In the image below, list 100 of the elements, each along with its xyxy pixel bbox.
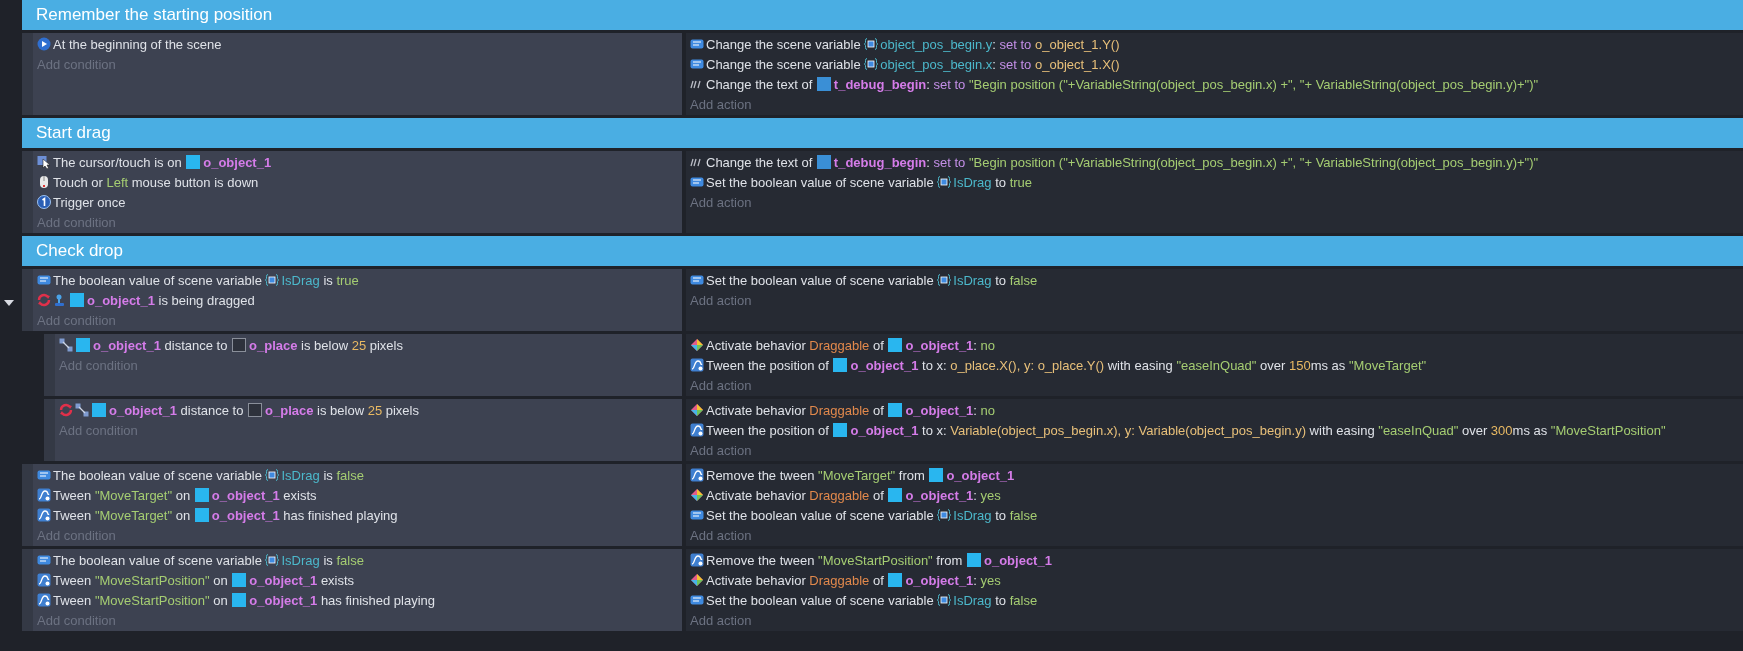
- braces-icon: [937, 175, 952, 189]
- action-text: Change the scene variable: [706, 56, 862, 72]
- action-text: Tween the position of: [706, 422, 830, 438]
- condition-text: IsDrag is false: [281, 467, 364, 483]
- condition-text: Touch or Left mouse button is down: [53, 174, 259, 190]
- condition-text: Tween "MoveStartPosition" on: [53, 592, 229, 608]
- label-icon: [690, 508, 704, 522]
- action-text: t_debug_begin: set to "Begin position ("+VariableString(object_pos_begin.x) +", "+ VariableString(object_pos_begin.y)+")": [833, 154, 1539, 170]
- condition-text: The cursor/touch is on: [53, 154, 183, 170]
- action-text: Activate behavior Draggable of: [706, 402, 885, 418]
- action-text: o_object_1: [984, 552, 1052, 568]
- condition-text: o_place is below 25 pixels: [249, 337, 403, 353]
- diamond-icon: [690, 338, 704, 352]
- label-icon: [690, 57, 704, 71]
- curve-icon: [690, 468, 704, 482]
- condition-text: o_object_1 exists: [249, 572, 355, 588]
- condition-text: Trigger once: [53, 194, 126, 210]
- curve-icon: [690, 553, 704, 567]
- condition-text: The boolean value of scene variable: [53, 467, 263, 483]
- action-text: IsDrag to false: [953, 272, 1038, 288]
- distance-icon: [75, 403, 89, 417]
- label-icon: [37, 468, 51, 482]
- braces-icon: [937, 273, 952, 287]
- condition-text: o_object_1 distance to: [93, 337, 229, 353]
- condition-text: The boolean value of scene variable: [53, 272, 263, 288]
- braces-icon: [937, 508, 952, 522]
- label-icon: [690, 175, 704, 189]
- joystick-icon: [53, 293, 67, 307]
- curve-icon: [690, 358, 704, 372]
- condition-text: Tween "MoveTarget" on: [53, 487, 192, 503]
- action-text: o_object_1: no: [905, 337, 996, 353]
- action-text: Set the boolean value of scene variable: [706, 592, 935, 608]
- action-text: Remove the tween "MoveStartPosition" from: [706, 552, 964, 568]
- condition-text: IsDrag is false: [281, 552, 364, 568]
- action-text: Set the boolean value of scene variable: [706, 174, 935, 190]
- action-text: Set the boolean value of scene variable: [706, 272, 935, 288]
- braces-icon: [864, 57, 879, 71]
- action-text: t_debug_begin: set to "Begin position ("+VariableString(object_pos_begin.x) +", "+ VariableString(object_pos_begin.y)+")": [833, 76, 1539, 92]
- group-header[interactable]: Remember the starting position: [22, 0, 1743, 30]
- condition-text: Tween "MoveTarget" on: [53, 507, 192, 523]
- action-text: Activate behavior Draggable of: [706, 337, 885, 353]
- curve-icon: [37, 488, 51, 502]
- action-text: object_pos_begin.x: set to o_object_1.X(): [880, 56, 1120, 72]
- diamond-icon: [690, 488, 704, 502]
- condition-text: o_object_1 is being dragged: [87, 292, 255, 308]
- condition-text: Tween "MoveStartPosition" on: [53, 572, 229, 588]
- add-action-link[interactable]: Add action: [690, 375, 752, 395]
- action-text: o_object_1: no: [905, 402, 996, 418]
- action-text: Tween the position of: [706, 357, 830, 373]
- action-text: Set the boolean value of scene variable: [706, 507, 935, 523]
- condition-text: o_object_1 exists: [211, 487, 317, 503]
- add-action-link[interactable]: Add action: [690, 525, 752, 545]
- action-text: Change the scene variable: [706, 36, 862, 52]
- action-text: o_object_1: yes: [905, 487, 1001, 503]
- number-one-icon: [37, 195, 51, 209]
- collapse-arrow-icon[interactable]: [4, 299, 14, 307]
- cursor-icon: [37, 155, 51, 169]
- action-text: o_object_1: yes: [905, 572, 1001, 588]
- label-icon: [37, 553, 51, 567]
- condition-text: IsDrag is true: [281, 272, 359, 288]
- play-icon: [37, 37, 51, 51]
- braces-icon: [265, 273, 280, 287]
- distance-icon: [59, 338, 73, 352]
- braces-icon: [265, 553, 280, 567]
- braces-icon: [265, 468, 280, 482]
- action-text: Change the text of: [706, 76, 814, 92]
- diamond-icon: [690, 573, 704, 587]
- condition-text: o_object_1 distance to: [109, 402, 245, 418]
- action-text: o_object_1: [946, 467, 1015, 483]
- label-icon: [690, 593, 704, 607]
- add-action-link[interactable]: Add action: [690, 192, 752, 212]
- diamond-icon: [690, 403, 704, 417]
- action-text: object_pos_begin.y: set to o_object_1.Y(): [880, 36, 1120, 52]
- curve-icon: [690, 423, 704, 437]
- group-header[interactable]: Start drag: [22, 118, 1743, 148]
- label-icon: [37, 273, 51, 287]
- condition-text: o_object_1: [203, 154, 272, 170]
- braces-icon: [864, 37, 879, 51]
- add-action-link[interactable]: Add action: [690, 610, 752, 630]
- condition-text: At the beginning of the scene: [53, 36, 222, 52]
- add-action-link[interactable]: Add action: [690, 440, 752, 460]
- action-text: Change the text of: [706, 154, 814, 170]
- action-text: Remove the tween "MoveTarget" from: [706, 467, 926, 483]
- action-text: IsDrag to false: [953, 507, 1038, 523]
- label-icon: [690, 37, 704, 51]
- add-action-link[interactable]: Add action: [690, 290, 752, 310]
- group-header[interactable]: Check drop: [22, 236, 1743, 266]
- mouse-icon: [37, 175, 51, 189]
- curve-icon: [37, 573, 51, 587]
- action-text: Activate behavior Draggable of: [706, 487, 885, 503]
- action-text: o_object_1 to x: Variable(object_pos_begin.x), y: Variable(object_pos_begin.y) with easing "easeInQuad" over 300ms as "MoveStartPosition": [850, 422, 1666, 438]
- condition-text: o_place is below 25 pixels: [265, 402, 419, 418]
- label-icon: [690, 273, 704, 287]
- action-text: IsDrag to true: [953, 174, 1033, 190]
- action-text: Activate behavior Draggable of: [706, 572, 885, 588]
- condition-text: o_object_1 has finished playing: [249, 592, 436, 608]
- add-action-link[interactable]: Add action: [690, 94, 752, 114]
- curve-icon: [37, 508, 51, 522]
- condition-text: o_object_1 has finished playing: [211, 507, 398, 523]
- braces-icon: [937, 593, 952, 607]
